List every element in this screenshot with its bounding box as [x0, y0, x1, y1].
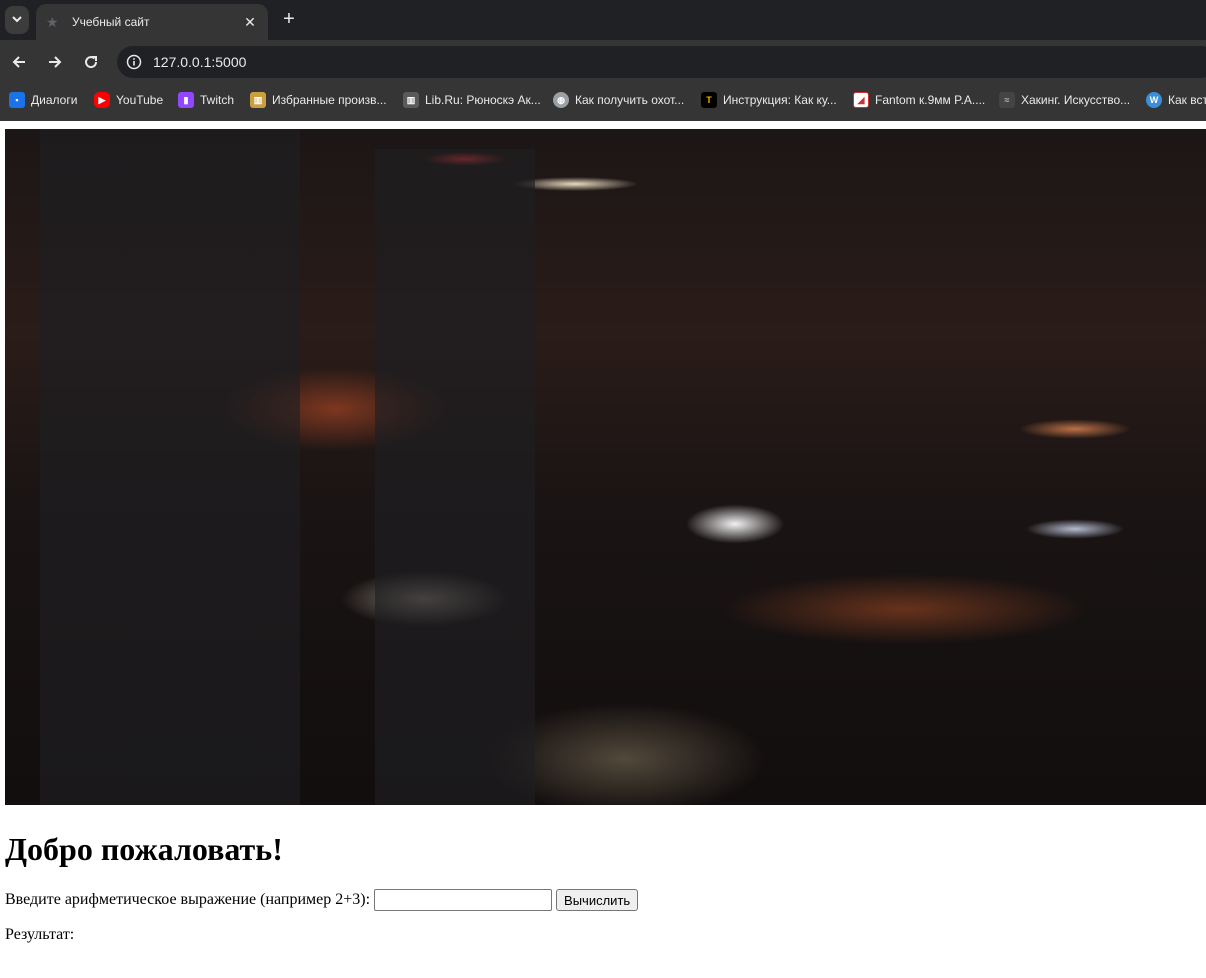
forward-button[interactable] — [43, 50, 67, 74]
book-icon: ▥ — [250, 92, 266, 108]
fantom-icon: ◢ — [853, 92, 869, 108]
bookmark-label: Fantom к.9мм P.A.... — [875, 93, 986, 107]
bookmark-label: YouTube — [116, 93, 164, 107]
bookmark-label: Как получить охот... — [575, 93, 685, 107]
close-tab-icon[interactable]: ✕ — [242, 14, 258, 31]
reload-icon — [85, 56, 98, 69]
calculate-button[interactable]: Вычислить — [556, 889, 639, 911]
browser-chrome: ★ Учебный сайт ✕ + 127.0.0.1:5000 ▪ Диал… — [0, 0, 1206, 121]
tab-active[interactable]: ★ Учебный сайт ✕ — [36, 4, 268, 40]
browser-toolbar: 127.0.0.1:5000 — [0, 40, 1206, 84]
bookmark-youtube[interactable]: ▶ YouTube — [94, 90, 163, 110]
tab-strip: ★ Учебный сайт ✕ + — [0, 0, 1206, 40]
address-url: 127.0.0.1:5000 — [153, 54, 247, 70]
library-icon: ▥ — [403, 92, 419, 108]
chat-icon: ▪ — [9, 92, 25, 108]
bookmark-dialogs[interactable]: ▪ Диалоги — [9, 90, 77, 110]
hero-tower-left — [40, 129, 300, 805]
tab-title: Учебный сайт — [72, 15, 150, 29]
reload-button[interactable] — [79, 50, 103, 74]
bookmark-fantom[interactable]: ◢ Fantom к.9мм P.A.... — [853, 90, 985, 110]
wordpress-icon: W — [1146, 92, 1162, 108]
expression-form: Введите арифметическое выражение (наприм… — [5, 888, 639, 912]
chevron-down-icon — [12, 14, 22, 26]
bookmark-instruction[interactable]: T Инструкция: Как ку... — [701, 90, 837, 110]
bookmarks-bar: ▪ Диалоги ▶ YouTube ▮ Twitch ▥ Избранные… — [0, 84, 1206, 116]
bookmark-libru[interactable]: ▥ Lib.Ru: Рюноскэ Ак... — [403, 90, 541, 110]
bookmark-label: Как вст — [1168, 93, 1206, 107]
hero-image-night-city — [5, 129, 1206, 805]
star-favicon-icon: ★ — [46, 13, 59, 30]
bookmark-label: Хакинг. Искусство... — [1021, 93, 1131, 107]
bookmark-label: Lib.Ru: Рюноскэ Ак... — [425, 93, 541, 107]
expression-label: Введите арифметическое выражение (наприм… — [5, 891, 371, 908]
tab-search-button[interactable] — [5, 6, 29, 34]
twitch-icon: ▮ — [178, 92, 194, 108]
t-icon: T — [701, 92, 717, 108]
back-button[interactable] — [7, 50, 31, 74]
chrome-divider — [0, 116, 1206, 121]
site-info-icon[interactable] — [125, 53, 143, 71]
youtube-icon: ▶ — [94, 92, 110, 108]
bookmark-hacking[interactable]: ≈ Хакинг. Искусство... — [999, 90, 1130, 110]
bookmark-twitch[interactable]: ▮ Twitch — [178, 90, 234, 110]
bookmark-hunting[interactable]: ◍ Как получить охот... — [553, 90, 684, 110]
arrow-left-icon — [12, 56, 25, 68]
hero-tower-center — [375, 149, 535, 805]
bookmark-wordpress[interactable]: W Как вст — [1146, 90, 1206, 110]
bookmark-label: Инструкция: Как ку... — [723, 93, 837, 107]
globe-icon: ◍ — [553, 92, 569, 108]
address-bar[interactable]: 127.0.0.1:5000 — [117, 46, 1206, 78]
page-title: Добро пожаловать! — [5, 831, 283, 867]
result-label: Результат: — [5, 926, 75, 943]
hacking-icon: ≈ — [999, 92, 1015, 108]
expression-input[interactable] — [374, 889, 553, 911]
bookmark-label: Twitch — [200, 93, 235, 107]
bookmark-label: Диалоги — [31, 93, 78, 107]
bookmark-favorites[interactable]: ▥ Избранные произв... — [250, 90, 387, 110]
bookmark-label: Избранные произв... — [272, 93, 387, 107]
new-tab-button[interactable]: + — [277, 8, 301, 32]
arrow-right-icon — [49, 56, 62, 68]
